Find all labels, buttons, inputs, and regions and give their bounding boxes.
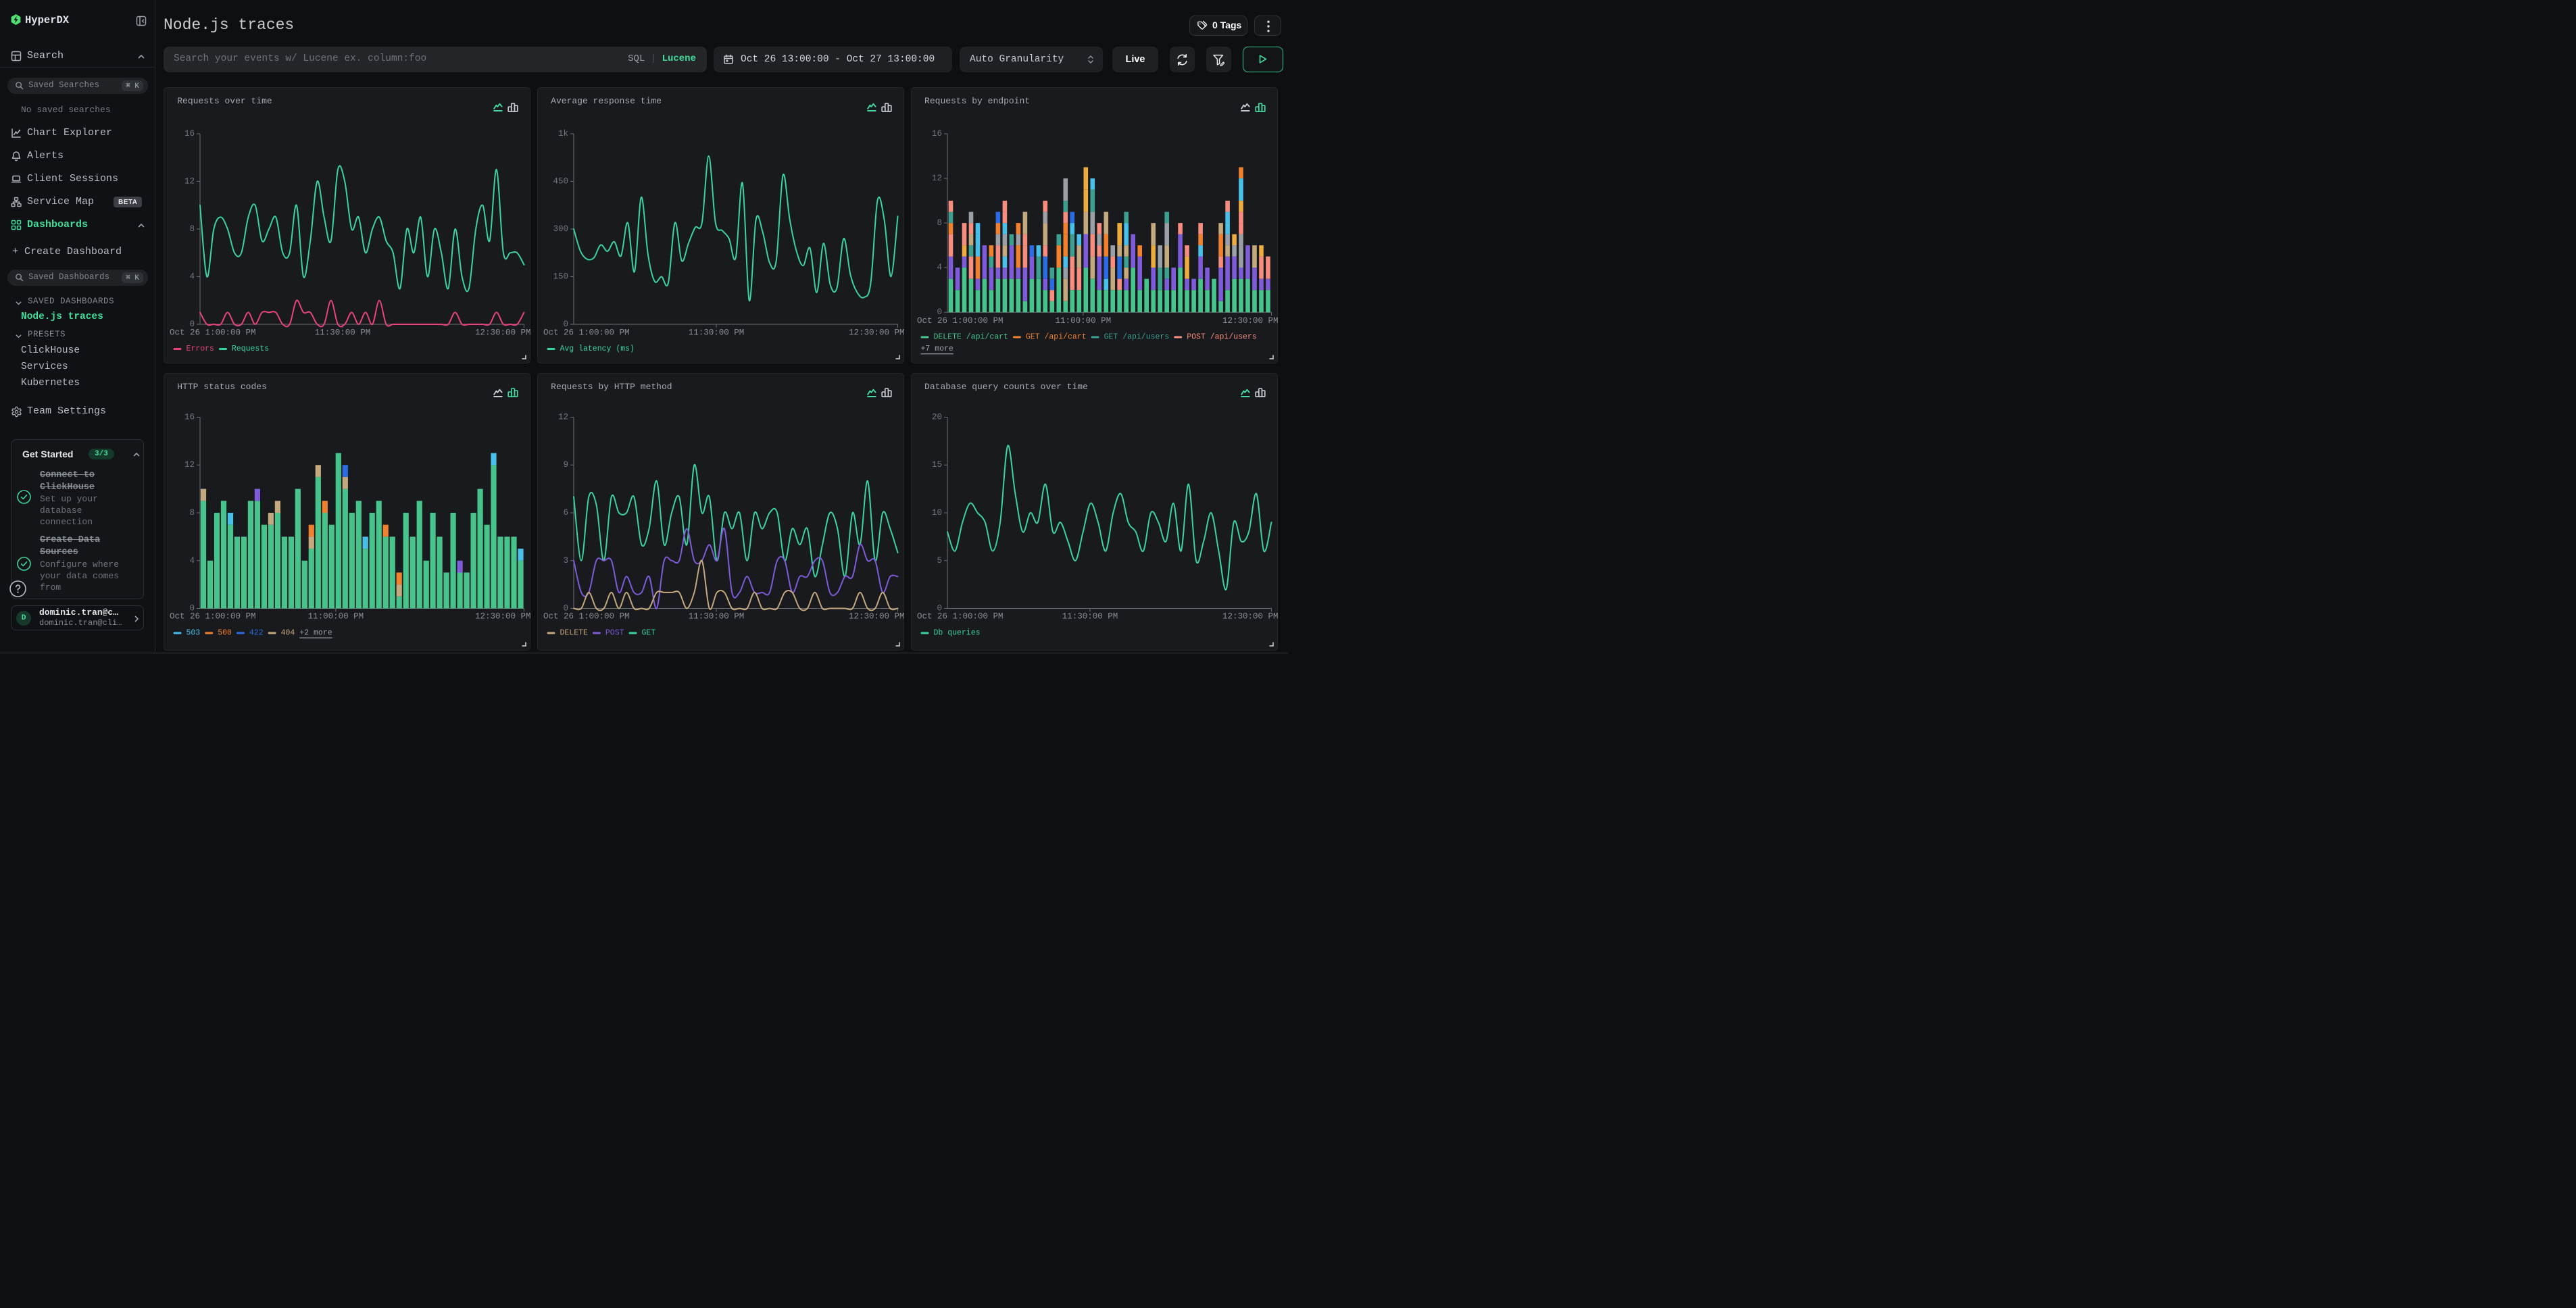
svg-text:8: 8: [190, 224, 195, 234]
svg-text:11:30:00 PM: 11:30:00 PM: [689, 611, 745, 621]
svg-text:9: 9: [564, 460, 569, 470]
svg-text:5: 5: [937, 555, 943, 565]
svg-text:8: 8: [937, 218, 943, 228]
svg-text:Oct 26 1:00:00 PM: Oct 26 1:00:00 PM: [917, 316, 1004, 326]
svg-text:150: 150: [553, 272, 569, 282]
svg-text:4: 4: [937, 263, 943, 272]
svg-text:Requests: Requests: [232, 345, 269, 353]
svg-text:Oct 26 1:00:00 PM: Oct 26 1:00:00 PM: [543, 328, 630, 338]
svg-text:4: 4: [190, 555, 195, 565]
svg-text:Db queries: Db queries: [934, 628, 981, 637]
svg-text:POST /api/users: POST /api/users: [1187, 333, 1257, 342]
svg-text:12: 12: [932, 174, 942, 183]
svg-text:11:30:00 PM: 11:30:00 PM: [1062, 611, 1118, 621]
svg-text:422: 422: [249, 628, 264, 637]
svg-text:11:00:00 PM: 11:00:00 PM: [308, 611, 364, 621]
svg-text:500: 500: [218, 628, 232, 637]
svg-text:1k: 1k: [558, 129, 568, 139]
svg-text:12:30:00 PM: 12:30:00 PM: [1222, 611, 1278, 621]
svg-text:6: 6: [564, 508, 569, 518]
svg-text:Avg latency (ms): Avg latency (ms): [560, 345, 635, 353]
svg-text:8: 8: [190, 508, 195, 518]
svg-text:12: 12: [184, 460, 195, 470]
svg-text:15: 15: [932, 460, 942, 470]
svg-text:20: 20: [932, 412, 942, 422]
svg-text:3: 3: [564, 555, 569, 565]
svg-text:Oct 26 1:00:00 PM: Oct 26 1:00:00 PM: [170, 328, 256, 338]
svg-text:GET: GET: [642, 628, 656, 637]
svg-text:11:00:00 PM: 11:00:00 PM: [1056, 316, 1112, 326]
svg-text:GET /api/users: GET /api/users: [1104, 333, 1170, 342]
svg-text:10: 10: [932, 508, 942, 518]
svg-text:503: 503: [187, 628, 201, 637]
svg-text:Oct 26 1:00:00 PM: Oct 26 1:00:00 PM: [543, 611, 630, 621]
svg-text:404: 404: [281, 628, 295, 637]
svg-text:POST: POST: [605, 628, 624, 637]
svg-text:12:30:00 PM: 12:30:00 PM: [475, 328, 530, 338]
svg-text:11:30:00 PM: 11:30:00 PM: [315, 328, 371, 338]
svg-text:12: 12: [184, 177, 195, 186]
svg-text:+2 more: +2 more: [300, 628, 332, 637]
svg-text:11:30:00 PM: 11:30:00 PM: [689, 328, 745, 338]
svg-text:Oct 26 1:00:00 PM: Oct 26 1:00:00 PM: [170, 611, 256, 621]
svg-text:300: 300: [553, 224, 569, 234]
svg-text:12: 12: [558, 412, 568, 422]
svg-text:12:30:00 PM: 12:30:00 PM: [849, 611, 904, 621]
svg-text:4: 4: [190, 272, 195, 282]
svg-text:12:30:00 PM: 12:30:00 PM: [475, 611, 530, 621]
svg-text:12:30:00 PM: 12:30:00 PM: [849, 328, 904, 338]
svg-text:Errors: Errors: [187, 345, 214, 353]
svg-text:12:30:00 PM: 12:30:00 PM: [1222, 316, 1278, 326]
svg-text:DELETE /api/cart: DELETE /api/cart: [934, 333, 1008, 342]
svg-text:+7 more: +7 more: [921, 345, 953, 353]
svg-text:16: 16: [184, 412, 195, 422]
svg-text:DELETE: DELETE: [560, 628, 589, 637]
svg-text:Oct 26 1:00:00 PM: Oct 26 1:00:00 PM: [917, 611, 1004, 621]
svg-text:16: 16: [932, 129, 942, 139]
svg-text:16: 16: [184, 129, 195, 139]
svg-text:GET /api/cart: GET /api/cart: [1026, 333, 1087, 342]
svg-text:450: 450: [553, 177, 569, 186]
